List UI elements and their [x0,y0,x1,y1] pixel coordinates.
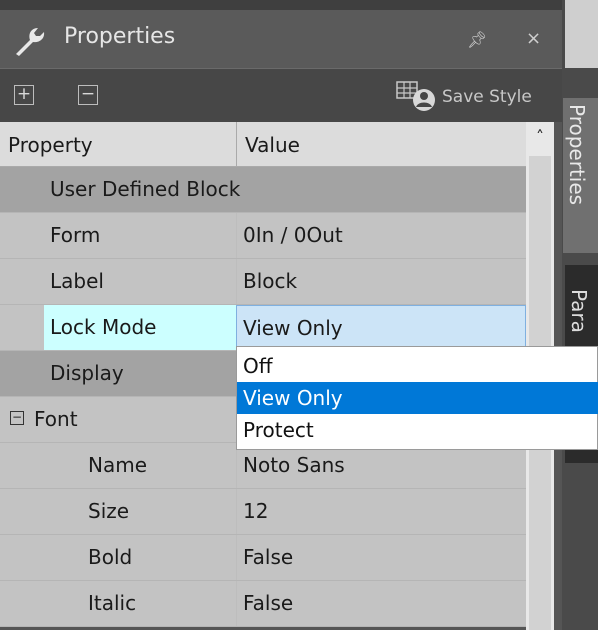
row-value[interactable]: False [236,535,526,580]
side-tab-parameters-label: Para [567,289,591,333]
property-row-font-bold[interactable]: Bold False [0,535,526,581]
row-name: User Defined Block [50,177,241,201]
wrench-icon [16,28,45,56]
save-style-label: Save Style [442,87,532,107]
header-property[interactable]: Property [8,133,93,157]
property-row-form[interactable]: Form 0In / 0Out [0,213,526,259]
dropdown-option-off[interactable]: Off [237,350,598,382]
dropdown-option-protect[interactable]: Protect [237,414,598,446]
row-name: Font [34,407,78,431]
properties-toolbar: + − Save Style [0,68,562,123]
collapse-font-icon[interactable]: − [10,411,24,425]
dropdown-option-view-only[interactable]: View Only [237,382,598,414]
row-value[interactable]: 0In / 0Out [236,213,526,258]
row-name: Display [50,361,124,385]
property-row-label[interactable]: Label Block [0,259,526,305]
lock-mode-dropdown-list: Off View Only Protect [236,346,598,450]
properties-panel: Properties 📌︎ × Properties Para + − Save… [0,0,598,630]
row-name: Lock Mode [50,315,157,339]
category-row-user-defined-block[interactable]: User Defined Block [0,167,526,213]
property-row-lock-mode[interactable]: Lock Mode View Only [0,305,526,351]
row-name: Label [50,269,104,293]
row-name: Italic [88,591,137,615]
lock-mode-combobox[interactable]: View Only [236,305,526,350]
side-tab-properties-label: Properties [565,104,589,206]
style-user-icon [396,81,435,111]
header-value[interactable]: Value [245,133,300,157]
collapse-all-button[interactable]: − [78,85,98,105]
row-name: Bold [88,545,133,569]
expand-all-button[interactable]: + [14,85,34,105]
grid-header: Property Value [0,122,526,167]
panel-titlebar: Properties 📌︎ × [0,10,562,68]
header-separator[interactable] [236,122,237,166]
row-value[interactable]: Block [236,259,526,304]
pin-icon[interactable]: 📌︎ [467,30,487,49]
row-value[interactable]: 12 [236,489,526,534]
property-row-font-size[interactable]: Size 12 [0,489,526,535]
side-tab-header [565,0,598,68]
property-row-font-italic[interactable]: Italic False [0,581,526,627]
side-tab-properties[interactable]: Properties [563,98,598,253]
row-value[interactable]: False [236,581,526,626]
row-name: Name [88,453,148,477]
close-icon[interactable]: × [526,28,541,49]
panel-title: Properties [64,24,176,49]
row-name: Size [88,499,130,523]
row-name: Form [50,223,101,247]
scroll-up-icon[interactable]: ˄ [526,122,554,148]
